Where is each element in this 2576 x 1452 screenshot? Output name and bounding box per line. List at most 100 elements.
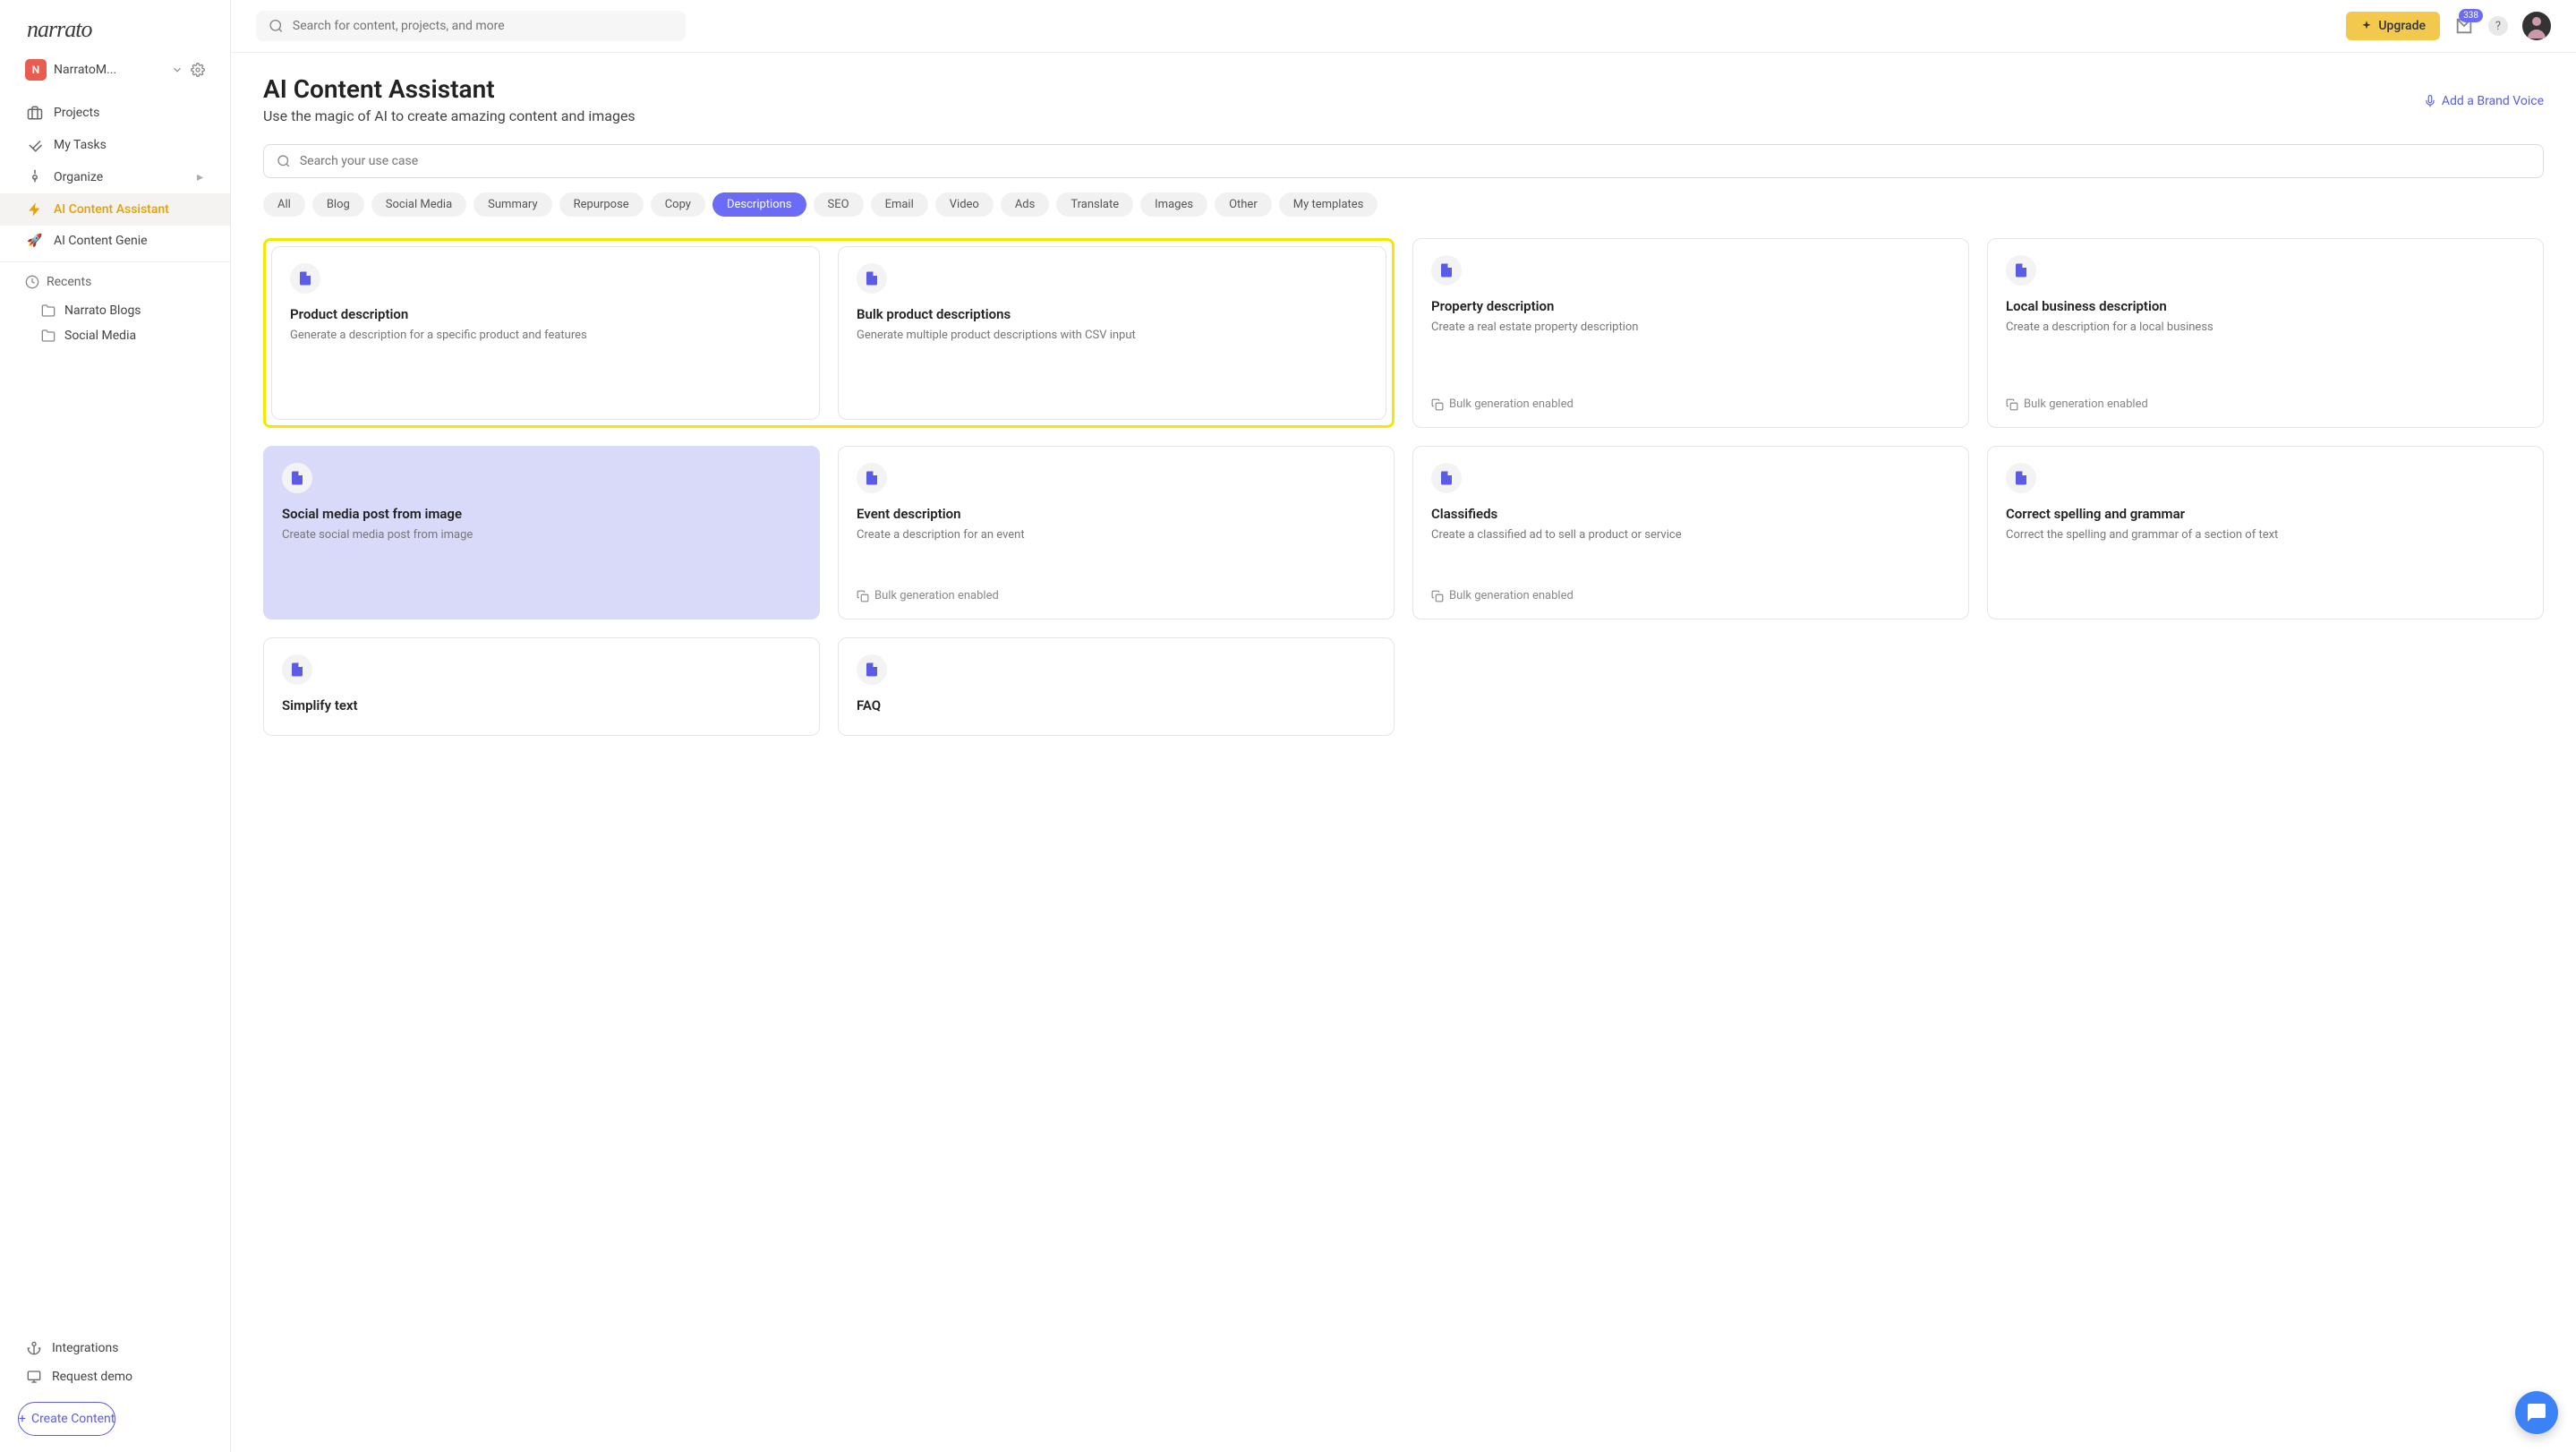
copy-icon: [857, 590, 869, 602]
mic-icon: [2424, 95, 2436, 107]
pill-descriptions[interactable]: Descriptions: [712, 192, 806, 217]
bulk-label: Bulk generation enabled: [1449, 397, 1574, 411]
pill-repurpose[interactable]: Repurpose: [559, 192, 644, 217]
topbar: Upgrade 338 ?: [231, 0, 2576, 53]
highlighted-cards: Product description Generate a descripti…: [263, 238, 1395, 428]
pill-email[interactable]: Email: [871, 192, 928, 217]
doc-icon: [282, 654, 312, 685]
briefcase-icon: [27, 105, 43, 121]
nav-organize[interactable]: Organize ▸: [0, 161, 230, 193]
request-demo-link[interactable]: Request demo: [0, 1362, 230, 1391]
chat-fab[interactable]: [2515, 1391, 2558, 1434]
help-button[interactable]: ?: [2488, 16, 2508, 36]
pill-my-templates[interactable]: My templates: [1279, 192, 1378, 217]
card-title: FAQ: [857, 697, 1376, 713]
nav-label: My Tasks: [54, 138, 107, 152]
main: Upgrade 338 ? AI Content Assistant Use t…: [231, 0, 2576, 1452]
nav-projects[interactable]: Projects: [0, 97, 230, 129]
card-desc: Create a description for a local busines…: [2006, 320, 2525, 336]
bulk-indicator: Bulk generation enabled: [857, 589, 1376, 602]
recent-item[interactable]: Social Media: [25, 323, 205, 348]
upgrade-button[interactable]: Upgrade: [2346, 12, 2440, 40]
request-demo-label: Request demo: [52, 1370, 132, 1384]
card-classifieds[interactable]: Classifieds Create a classified ad to se…: [1412, 446, 1969, 619]
nav-ai-genie[interactable]: 🚀 AI Content Genie: [0, 226, 230, 256]
bulk-indicator: Bulk generation enabled: [1431, 397, 1950, 411]
card-title: Social media post from image: [282, 506, 801, 522]
search-icon: [269, 18, 284, 34]
pill-blog[interactable]: Blog: [312, 192, 364, 217]
card-title: Simplify text: [282, 697, 801, 713]
pill-images[interactable]: Images: [1140, 192, 1207, 217]
pill-summary[interactable]: Summary: [473, 192, 551, 217]
card-correct-spelling-grammar[interactable]: Correct spelling and grammar Correct the…: [1987, 446, 2544, 619]
nav-ai-assistant[interactable]: AI Content Assistant: [0, 193, 230, 226]
card-simplify-text[interactable]: Simplify text: [263, 637, 820, 736]
nav-label: Projects: [54, 106, 99, 120]
card-product-description[interactable]: Product description Generate a descripti…: [271, 246, 820, 420]
pill-all[interactable]: All: [263, 192, 305, 217]
card-title: Property description: [1431, 298, 1950, 314]
monitor-icon: [27, 1370, 41, 1384]
notifications-button[interactable]: 338: [2454, 16, 2474, 36]
page-subtitle: Use the magic of AI to create amazing co…: [263, 107, 2544, 124]
nav-label: AI Content Assistant: [54, 202, 169, 217]
brand-voice-label: Add a Brand Voice: [2442, 94, 2544, 108]
doc-icon: [2006, 463, 2036, 493]
recent-label: Narrato Blogs: [64, 303, 141, 318]
check-icon: [27, 137, 43, 153]
doc-icon: [290, 263, 320, 294]
integrations-link[interactable]: Integrations: [0, 1334, 230, 1362]
bulk-label: Bulk generation enabled: [2024, 397, 2148, 411]
pill-ads[interactable]: Ads: [1001, 192, 1050, 217]
search-icon: [277, 154, 291, 168]
bulk-label: Bulk generation enabled: [874, 589, 999, 602]
create-content-label: Create Content: [31, 1412, 115, 1426]
card-faq[interactable]: FAQ: [838, 637, 1395, 736]
card-title: Classifieds: [1431, 506, 1950, 522]
nav-label: AI Content Genie: [54, 234, 148, 248]
recent-item[interactable]: Narrato Blogs: [25, 298, 205, 323]
card-desc: Create a classified ad to sell a product…: [1431, 527, 1950, 543]
copy-icon: [1431, 398, 1444, 411]
card-desc: Create a real estate property descriptio…: [1431, 320, 1950, 336]
add-brand-voice-button[interactable]: Add a Brand Voice: [2424, 94, 2544, 108]
usecase-search-input[interactable]: [300, 154, 2530, 168]
recents-header: Recents: [25, 275, 205, 289]
pill-other[interactable]: Other: [1215, 192, 1272, 217]
global-search[interactable]: [256, 11, 686, 41]
card-desc: Create social media post from image: [282, 527, 801, 543]
pill-translate[interactable]: Translate: [1056, 192, 1133, 217]
clock-icon: [25, 275, 39, 289]
card-title: Bulk product descriptions: [857, 306, 1368, 322]
create-content-button[interactable]: + Create Content: [18, 1402, 115, 1436]
pill-seo[interactable]: SEO: [814, 192, 864, 217]
page-title: AI Content Assistant: [263, 74, 2544, 104]
usecase-search[interactable]: [263, 144, 2544, 178]
pill-copy[interactable]: Copy: [651, 192, 705, 217]
user-avatar[interactable]: [2522, 12, 2551, 40]
global-search-input[interactable]: [293, 19, 673, 33]
pill-video[interactable]: Video: [935, 192, 994, 217]
card-property-description[interactable]: Property description Create a real estat…: [1412, 238, 1969, 428]
card-social-media-post-from-image[interactable]: Social media post from image Create soci…: [263, 446, 820, 619]
doc-icon: [857, 654, 887, 685]
card-bulk-product-descriptions[interactable]: Bulk product descriptions Generate multi…: [838, 246, 1386, 420]
logo[interactable]: narrato: [0, 0, 230, 50]
doc-icon: [282, 463, 312, 493]
pill-social-media[interactable]: Social Media: [371, 192, 466, 217]
card-title: Product description: [290, 306, 801, 322]
folder-icon: [41, 303, 55, 318]
gear-icon[interactable]: [191, 63, 205, 77]
recent-label: Social Media: [64, 329, 136, 343]
content-area: AI Content Assistant Use the magic of AI…: [231, 53, 2576, 1452]
workspace-badge: N: [25, 59, 47, 81]
card-event-description[interactable]: Event description Create a description f…: [838, 446, 1395, 619]
card-local-business-description[interactable]: Local business description Create a desc…: [1987, 238, 2544, 428]
card-desc: Generate a description for a specific pr…: [290, 328, 801, 344]
plus-icon: +: [19, 1412, 26, 1426]
nav-my-tasks[interactable]: My Tasks: [0, 129, 230, 161]
sidebar: narrato N NarratoM... Projects My Tasks …: [0, 0, 231, 1452]
workspace-switcher[interactable]: N NarratoM...: [0, 50, 230, 91]
card-desc: Correct the spelling and grammar of a se…: [2006, 527, 2525, 543]
